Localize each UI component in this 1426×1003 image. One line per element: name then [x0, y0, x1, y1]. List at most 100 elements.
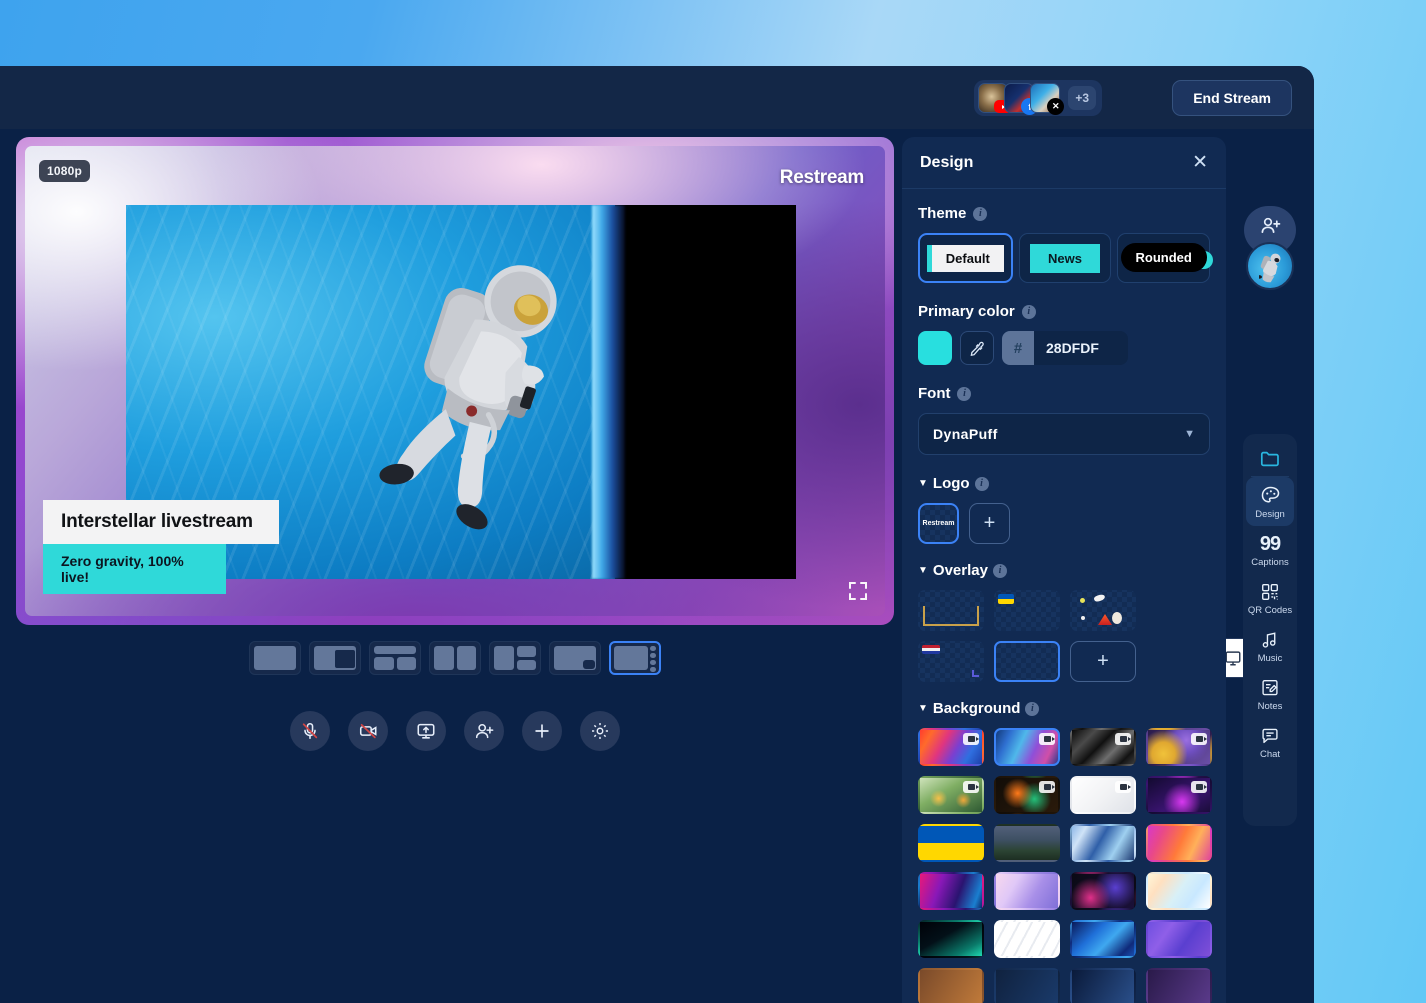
close-icon[interactable]: ✕ — [1192, 153, 1208, 172]
bg-violet-blend[interactable] — [1146, 920, 1212, 958]
rail-item-music[interactable]: Music — [1246, 622, 1294, 670]
video-background-badge — [1191, 733, 1207, 745]
color-swatch[interactable] — [918, 331, 952, 365]
layout-split-two[interactable] — [429, 641, 481, 675]
overlay-none[interactable] — [994, 641, 1060, 682]
add-logo-button[interactable]: + — [969, 503, 1010, 544]
background-section-label[interactable]: ▼ Background i — [918, 700, 1210, 717]
layout-picture-in-picture[interactable] — [309, 641, 361, 675]
hash-prefix: # — [1002, 331, 1034, 365]
bg-row-peek-b[interactable] — [994, 968, 1060, 1003]
bg-black-silk[interactable] — [1070, 728, 1136, 766]
layout-two-up-banner[interactable] — [369, 641, 421, 675]
bg-neon-dots[interactable] — [1146, 776, 1212, 814]
eyedropper-icon[interactable] — [960, 331, 994, 365]
bg-white-waves[interactable] — [994, 920, 1060, 958]
settings-button[interactable] — [580, 711, 620, 751]
camera-toggle[interactable] — [348, 711, 388, 751]
hex-color-input[interactable]: 28DFDF — [1034, 331, 1128, 365]
app-window: f ✕ +3 End Stream — [0, 66, 1314, 1003]
bg-dark-nebula[interactable] — [1070, 872, 1136, 910]
rail-item-design[interactable]: Design — [1246, 477, 1294, 526]
bg-row-peek-d[interactable] — [1146, 968, 1212, 1003]
caret-down-icon: ▼ — [918, 703, 928, 714]
bg-purple-spheres[interactable] — [1146, 728, 1212, 766]
bg-pastel-lavender[interactable] — [994, 872, 1060, 910]
overlay-section-label[interactable]: ▼ Overlay i — [918, 562, 1210, 579]
rail-item-notes[interactable]: Notes — [1246, 670, 1294, 718]
video-background-badge — [1039, 781, 1055, 793]
bg-ukraine-flag[interactable] — [918, 824, 984, 862]
invite-guest-button[interactable] — [464, 711, 504, 751]
x-destination[interactable]: ✕ — [1030, 83, 1065, 115]
bg-blue-wave[interactable] — [1070, 920, 1136, 958]
bg-green-lilies[interactable] — [918, 776, 984, 814]
theme-option-news[interactable]: News — [1018, 233, 1112, 283]
layout-solo[interactable] — [249, 641, 301, 675]
bg-row-peek-a[interactable] — [918, 968, 984, 1003]
layout-sidebar-strip[interactable] — [609, 641, 661, 675]
add-overlay-button[interactable]: + — [1070, 641, 1136, 682]
overlay-party-confetti[interactable] — [1070, 590, 1136, 631]
logo-section-label[interactable]: ▼ Logo i — [918, 475, 1210, 492]
theme-option-rounded[interactable]: Rounded — [1117, 233, 1214, 283]
fullscreen-icon[interactable] — [847, 580, 869, 602]
bg-city-dusk[interactable] — [994, 824, 1060, 862]
rail-item-design-label: Design — [1255, 509, 1285, 520]
logo-tile-restream[interactable]: Restream — [918, 503, 959, 544]
theme-option-default[interactable]: Default — [918, 233, 1013, 283]
bg-light-prism[interactable] — [1146, 872, 1212, 910]
stage-frame-background: 1080p Restream Interstellar livestream Z… — [16, 137, 894, 625]
screen-share-button[interactable] — [406, 711, 446, 751]
rail-item-qr-codes[interactable]: QR Codes — [1246, 574, 1294, 622]
panel-title: Design — [920, 153, 974, 171]
layout-leader-plus-two[interactable] — [489, 641, 541, 675]
rail-item-chat[interactable]: Chat — [1246, 718, 1294, 766]
info-icon[interactable]: i — [1021, 304, 1036, 319]
font-select-value: DynaPuff — [933, 426, 998, 442]
call-controls — [16, 711, 894, 751]
info-icon[interactable]: i — [992, 563, 1007, 578]
info-icon[interactable]: i — [973, 206, 988, 221]
bg-bird-of-paradise[interactable] — [994, 776, 1060, 814]
overlay-usa-flag[interactable] — [918, 641, 984, 682]
primary-color-row: # 28DFDF — [918, 331, 1210, 365]
rail-item-media[interactable] — [1246, 440, 1294, 476]
bg-blue-silk[interactable] — [1070, 824, 1136, 862]
bg-warm-ribbons[interactable] — [918, 728, 984, 766]
stage-canvas: 1080p Restream Interstellar livestream Z… — [25, 146, 885, 616]
font-label-text: Font — [918, 385, 951, 402]
stream-destinations[interactable]: f ✕ +3 — [974, 80, 1102, 116]
bg-sunset-blend[interactable] — [1146, 824, 1212, 862]
bg-cool-ribbons[interactable] — [994, 728, 1060, 766]
info-icon[interactable]: i — [957, 386, 972, 401]
extra-destinations-count[interactable]: +3 — [1068, 86, 1096, 110]
rail-item-qr-codes-label: QR Codes — [1247, 605, 1293, 616]
overlay-gold-frame[interactable] — [918, 590, 984, 631]
end-stream-button[interactable]: End Stream — [1172, 80, 1292, 116]
primary-color-section-label: Primary color i — [918, 303, 1210, 320]
microphone-toggle[interactable] — [290, 711, 330, 751]
bg-teal-fade[interactable] — [918, 920, 984, 958]
lower-third-title: Interstellar livestream — [43, 500, 279, 544]
rail-item-captions[interactable]: 99 Captions — [1246, 526, 1294, 574]
bg-magenta-aurora[interactable] — [918, 872, 984, 910]
font-select[interactable]: DynaPuff ▼ — [918, 413, 1210, 455]
add-media-button[interactable] — [522, 711, 562, 751]
hex-input-group[interactable]: # 28DFDF — [1002, 331, 1128, 365]
theme-rounded-pill: Rounded — [1120, 243, 1214, 272]
info-icon[interactable]: i — [974, 476, 989, 491]
layout-corner-small[interactable] — [549, 641, 601, 675]
self-avatar[interactable] — [1246, 242, 1294, 290]
design-panel: Design ✕ Theme i Default News Rounded Pr… — [902, 137, 1226, 1003]
video-background-badge — [1191, 781, 1207, 793]
font-section-label: Font i — [918, 385, 1210, 402]
overlay-ukraine-flag[interactable] — [994, 590, 1060, 631]
x-icon: ✕ — [1047, 98, 1065, 115]
background-label-text: Background — [932, 700, 1021, 717]
bg-row-peek-c[interactable] — [1070, 968, 1136, 1003]
bg-white-plain[interactable] — [1070, 776, 1136, 814]
info-icon[interactable]: i — [1025, 701, 1040, 716]
theme-option-default-label: Default — [926, 244, 1004, 272]
caret-down-icon: ▼ — [918, 565, 928, 576]
